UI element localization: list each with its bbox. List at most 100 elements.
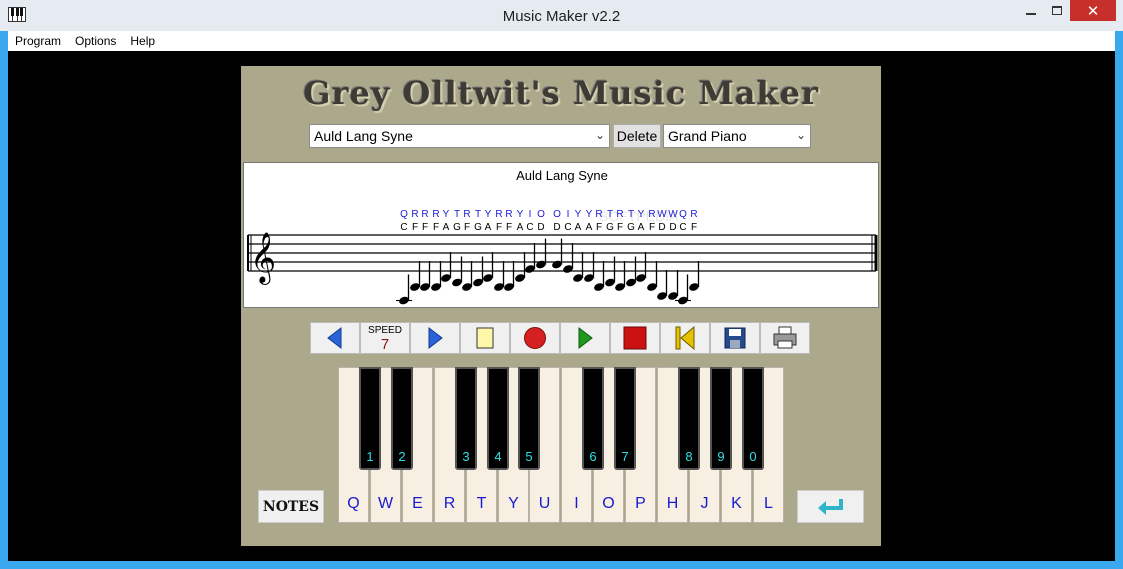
chevron-down-icon: ⌄: [795, 128, 806, 142]
note-key-label: Y: [586, 209, 593, 220]
stop-button[interactable]: [610, 322, 660, 354]
app-logo: Grey Olltwit's Music Maker: [303, 74, 819, 112]
note-key-label: R: [432, 209, 439, 220]
new-song-button[interactable]: [460, 322, 510, 354]
next-button[interactable]: [410, 322, 460, 354]
enter-arrow-icon: [817, 498, 843, 515]
close-icon: ✕: [1086, 2, 1100, 20]
title-bar: Music Maker v2.2 ✕: [0, 0, 1123, 31]
playback-toolbar: SPEED 7: [310, 322, 810, 354]
key-number: 0: [749, 449, 757, 464]
piano-keyboard: QW E R T Y U I O P H J K L 1 2 3 4 5 6 7 8 9 0: [338, 367, 785, 523]
key-letter: T: [476, 495, 487, 512]
black-key-6[interactable]: 6: [582, 367, 604, 470]
menu-help[interactable]: Help: [123, 31, 162, 51]
black-key-0[interactable]: 0: [742, 367, 764, 470]
note-key-label: Q: [679, 209, 687, 220]
key-number: 7: [621, 449, 629, 464]
key-letter: J: [700, 495, 709, 512]
black-key-7[interactable]: 7: [614, 367, 636, 470]
record-button[interactable]: [510, 322, 560, 354]
note-key-label: R: [616, 209, 623, 220]
note-name-label: D: [658, 222, 665, 233]
delete-button[interactable]: Delete: [613, 124, 661, 148]
note-key-label: R: [411, 209, 418, 220]
note-key-label: Y: [575, 209, 582, 220]
key-number: 1: [366, 449, 374, 464]
previous-button[interactable]: [310, 322, 360, 354]
note-key-label: R: [495, 209, 502, 220]
instrument-select-value: Grand Piano: [668, 128, 747, 144]
note-key-label: T: [628, 209, 634, 220]
window-title: Music Maker v2.2: [502, 8, 621, 25]
key-number: 9: [717, 449, 725, 464]
client-area: Grey Olltwit's Music Maker Auld Lang Syn…: [8, 51, 1115, 561]
black-key-1[interactable]: 1: [359, 367, 381, 470]
note-key-label: W: [657, 209, 667, 220]
note-key-label: R: [648, 209, 655, 220]
notes-button[interactable]: NOTES: [258, 490, 324, 523]
note-key-label: O: [553, 209, 561, 220]
music-maker-panel: Grey Olltwit's Music Maker Auld Lang Syn…: [241, 66, 881, 546]
note-key-label: R: [463, 209, 470, 220]
key-number: 6: [589, 449, 597, 464]
key-letter: L: [764, 495, 773, 512]
black-key-9[interactable]: 9: [710, 367, 732, 470]
black-key-8[interactable]: 8: [678, 367, 700, 470]
note-name-label: F: [691, 222, 697, 233]
treble-clef-icon: 𝄞: [250, 232, 276, 285]
save-icon: [724, 327, 746, 349]
note-key-label: Y: [443, 209, 450, 220]
sheet-music: Auld Lang Syne SOFTPEDIA 𝄞 Q C R F R F R F Y A T G R F…: [243, 162, 879, 308]
key-letter: P: [635, 495, 646, 512]
note-name-label: G: [474, 222, 482, 233]
note-key-label: R: [505, 209, 512, 220]
play-button[interactable]: [560, 322, 610, 354]
arrow-right-icon: [428, 327, 443, 349]
note-name-label: F: [412, 222, 418, 233]
note-key-label: T: [475, 209, 481, 220]
note-name-label: C: [564, 222, 571, 233]
note-name-label: F: [649, 222, 655, 233]
note-key-label: O: [537, 209, 545, 220]
note-name-label: C: [679, 222, 686, 233]
black-key-2[interactable]: 2: [391, 367, 413, 470]
minimize-button[interactable]: [1018, 0, 1044, 21]
key-number: 5: [525, 449, 533, 464]
menu-options[interactable]: Options: [68, 31, 123, 51]
note-name-label: C: [526, 222, 533, 233]
instrument-select[interactable]: Grand Piano ⌄: [663, 124, 811, 148]
note-key-label: R: [690, 209, 697, 220]
music-staff: SOFTPEDIA 𝄞QCRFRFRFYATGRFTGYARFRFYAICODO…: [247, 208, 878, 305]
new-note-icon: [476, 327, 494, 349]
note-name-label: A: [485, 222, 492, 233]
stop-icon: [623, 326, 647, 350]
enter-button[interactable]: [797, 490, 864, 523]
note-key-label: I: [567, 209, 570, 220]
rewind-button[interactable]: [660, 322, 710, 354]
note-name-label: F: [506, 222, 512, 233]
key-letter: Q: [347, 495, 360, 512]
note-key-label: Y: [517, 209, 524, 220]
close-button[interactable]: ✕: [1070, 0, 1116, 21]
speed-control[interactable]: SPEED 7: [360, 322, 410, 354]
key-letter: E: [412, 495, 423, 512]
note-name-label: G: [627, 222, 635, 233]
key-number: 8: [685, 449, 693, 464]
note-name-label: D: [669, 222, 676, 233]
key-number: 4: [494, 449, 502, 464]
maximize-icon: [1052, 6, 1062, 15]
print-button[interactable]: [760, 322, 810, 354]
menu-program[interactable]: Program: [8, 31, 68, 51]
note-key-label: W: [668, 209, 678, 220]
song-select[interactable]: Auld Lang Syne ⌄: [309, 124, 610, 148]
arrow-left-icon: [327, 327, 342, 349]
black-key-3[interactable]: 3: [455, 367, 477, 470]
black-key-4[interactable]: 4: [487, 367, 509, 470]
song-select-value: Auld Lang Syne: [314, 128, 413, 144]
note-name-label: D: [553, 222, 560, 233]
save-button[interactable]: [710, 322, 760, 354]
maximize-button[interactable]: [1044, 0, 1070, 21]
black-key-5[interactable]: 5: [518, 367, 540, 470]
note-name-label: F: [596, 222, 602, 233]
